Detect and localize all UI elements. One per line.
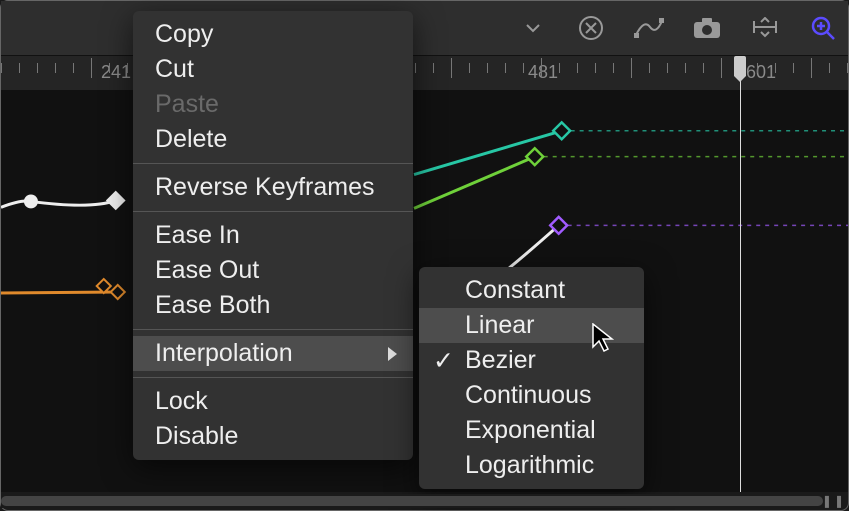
- ruler-tick: [73, 63, 74, 73]
- menu-interpolation-label: Interpolation: [155, 339, 293, 367]
- ruler-tick: [685, 63, 686, 73]
- playhead[interactable]: [740, 56, 741, 492]
- zoom-in-icon[interactable]: [806, 11, 840, 45]
- submenu-bezier-label: Bezier: [465, 346, 536, 374]
- ruler-tick: [451, 58, 452, 78]
- menu-ease-both[interactable]: Ease Both: [133, 288, 413, 323]
- playhead-head-icon[interactable]: [734, 56, 746, 76]
- submenu-exponential[interactable]: Exponential: [419, 413, 644, 448]
- menu-interpolation[interactable]: Interpolation: [133, 336, 413, 371]
- ruler-tick: [613, 63, 614, 73]
- menu-lock[interactable]: Lock: [133, 384, 413, 419]
- submenu-bezier[interactable]: ✓ Bezier: [419, 343, 644, 378]
- keyframe-context-menu: Copy Cut Paste Delete Reverse Keyframes …: [133, 11, 413, 460]
- menu-separator: [133, 377, 413, 378]
- ruler-tick: [775, 63, 776, 73]
- ruler-label: 601: [746, 62, 776, 83]
- menu-cut[interactable]: Cut: [133, 52, 413, 87]
- ruler-tick: [19, 63, 20, 73]
- camera-icon[interactable]: [690, 11, 724, 45]
- chevron-right-icon: [388, 347, 397, 361]
- ruler-tick: [433, 63, 434, 73]
- ruler-tick: [703, 63, 704, 73]
- ruler-tick: [127, 63, 128, 73]
- ruler-tick: [631, 58, 632, 78]
- ruler-tick: [577, 63, 578, 73]
- menu-separator: [133, 329, 413, 330]
- ruler-tick: [667, 63, 668, 73]
- ruler-tick: [505, 63, 506, 73]
- ruler-tick: [487, 63, 488, 73]
- menu-copy[interactable]: Copy: [133, 17, 413, 52]
- ruler-tick: [55, 63, 56, 73]
- ruler-tick: [757, 63, 758, 73]
- menu-delete[interactable]: Delete: [133, 122, 413, 157]
- curve-tool-icon[interactable]: [632, 11, 666, 45]
- ruler-tick: [1, 63, 2, 73]
- submenu-logarithmic[interactable]: Logarithmic: [419, 448, 644, 483]
- submenu-constant[interactable]: Constant: [419, 273, 644, 308]
- checkmark-icon: ✓: [433, 346, 454, 376]
- ruler-tick: [649, 63, 650, 73]
- ruler-tick: [91, 58, 92, 78]
- chevron-down-icon[interactable]: [516, 11, 550, 45]
- ruler-tick: [829, 63, 830, 73]
- ruler-tick: [811, 58, 812, 78]
- menu-disable[interactable]: Disable: [133, 419, 413, 454]
- timeline-ruler[interactable]: 241 481 601: [1, 56, 848, 90]
- menu-ease-out[interactable]: Ease Out: [133, 253, 413, 288]
- ruler-tick: [793, 63, 794, 73]
- ruler-tick: [523, 63, 524, 73]
- submenu-linear[interactable]: Linear: [419, 308, 644, 343]
- menu-paste: Paste: [133, 87, 413, 122]
- menu-separator: [133, 163, 413, 164]
- scrollbar-thumb[interactable]: [1, 496, 823, 506]
- ruler-tick: [415, 63, 416, 73]
- menu-reverse-keyframes[interactable]: Reverse Keyframes: [133, 170, 413, 205]
- menu-separator: [133, 211, 413, 212]
- horizontal-scrollbar[interactable]: [1, 494, 823, 508]
- ruler-tick: [721, 58, 722, 78]
- vertical-scroll-indicator[interactable]: ❚❚: [822, 494, 846, 508]
- top-toolbar: [1, 1, 848, 56]
- snap-icon[interactable]: [748, 11, 782, 45]
- ruler-tick: [37, 63, 38, 73]
- clear-circle-icon[interactable]: [574, 11, 608, 45]
- ruler-tick: [541, 58, 542, 78]
- menu-ease-in[interactable]: Ease In: [133, 218, 413, 253]
- ruler-tick: [847, 63, 848, 73]
- ruler-label: 481: [528, 62, 558, 83]
- submenu-continuous[interactable]: Continuous: [419, 378, 644, 413]
- ruler-tick: [109, 63, 110, 73]
- ruler-tick: [595, 63, 596, 73]
- interpolation-submenu: Constant Linear ✓ Bezier Continuous Expo…: [419, 267, 644, 489]
- ruler-tick: [469, 63, 470, 73]
- ruler-tick: [559, 63, 560, 73]
